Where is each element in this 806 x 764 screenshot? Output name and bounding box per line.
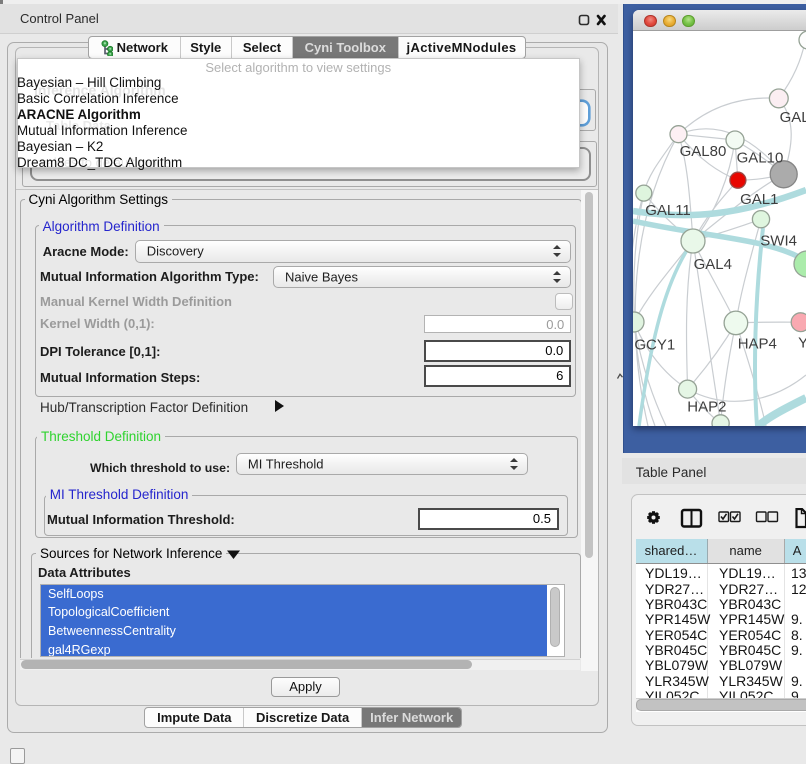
svg-text:HAP2: HAP2 [687, 399, 726, 416]
svg-text:Y: Y [798, 335, 806, 352]
svg-text:GAL10: GAL10 [737, 150, 784, 167]
svg-text:HAP4: HAP4 [738, 336, 777, 353]
svg-text:GAL11: GAL11 [645, 202, 691, 219]
svg-text:SWI4: SWI4 [760, 233, 797, 250]
svg-text:GAL80: GAL80 [680, 143, 727, 160]
svg-text:GAL4: GAL4 [694, 256, 732, 273]
svg-text:GAL: GAL [780, 109, 806, 126]
svg-text:GAL1: GAL1 [740, 191, 778, 208]
svg-text:GCY1: GCY1 [634, 337, 675, 354]
